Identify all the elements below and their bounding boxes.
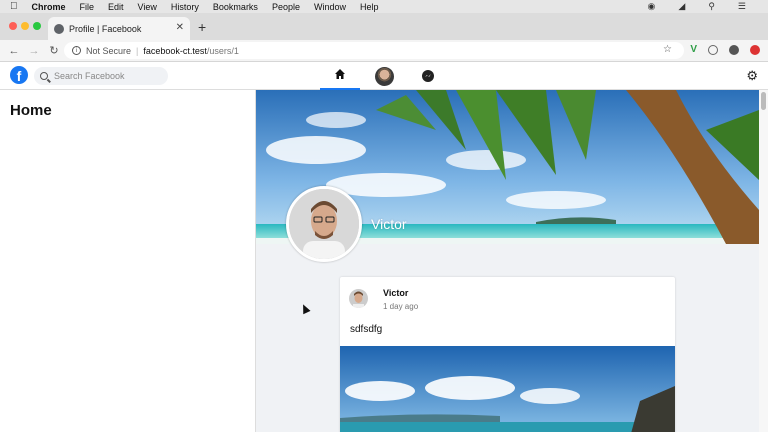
home-icon <box>334 68 346 83</box>
menu-people[interactable]: People <box>272 2 300 12</box>
menu-file[interactable]: File <box>80 2 95 12</box>
post-card: Victor 1 day ago sdfsdfg <box>340 277 675 432</box>
scrollbar[interactable] <box>759 90 768 432</box>
not-secure-label: Not Secure <box>86 45 132 56</box>
spotlight-icon[interactable]: ⚲ <box>708 1 715 12</box>
main-nav <box>320 62 452 90</box>
forward-arrow-icon[interactable]: → <box>28 45 40 57</box>
post-body: sdfsdfg <box>350 324 383 335</box>
avatar <box>374 66 394 86</box>
gear-icon[interactable]: ⚙ <box>746 68 758 84</box>
opera-icon[interactable] <box>750 44 760 55</box>
sidebar-title: Home <box>10 102 52 119</box>
post-author[interactable]: Victor <box>383 288 408 298</box>
extension-icon[interactable] <box>708 44 718 55</box>
post-image[interactable] <box>340 346 675 432</box>
close-window-button[interactable] <box>9 22 17 30</box>
tab-close-icon[interactable]: ✕ <box>176 22 184 33</box>
menu-app-name[interactable]: Chrome <box>32 2 66 12</box>
nav-home[interactable] <box>320 62 360 90</box>
minimize-window-button[interactable] <box>21 22 29 30</box>
menu-window[interactable]: Window <box>314 2 346 12</box>
extension-icons: V <box>690 44 760 55</box>
search-input[interactable]: Search Facebook <box>34 67 168 85</box>
post-avatar[interactable] <box>349 289 368 308</box>
menu-edit[interactable]: Edit <box>108 2 124 12</box>
zoom-window-button[interactable] <box>33 22 41 30</box>
mac-menubar:  Chrome File Edit View History Bookmark… <box>0 0 768 13</box>
status-icons: ◉ ◢ ⚲ ☰ <box>648 0 760 13</box>
tab-title: Profile | Facebook <box>69 23 142 34</box>
profile-name: Victor <box>371 216 407 232</box>
vue-devtools-icon[interactable]: V <box>690 44 697 55</box>
menu-view[interactable]: View <box>138 2 157 12</box>
messenger-icon <box>422 70 434 82</box>
tab-bar: Profile | Facebook ✕ + <box>0 13 768 40</box>
facebook-logo-icon[interactable]: f <box>10 66 28 84</box>
sidebar: Home <box>0 90 256 432</box>
record-icon[interactable]: ◉ <box>648 1 656 12</box>
address-bar[interactable]: i Not Secure | facebook-ct.test/users/1 … <box>64 42 684 59</box>
menu-help[interactable]: Help <box>360 2 379 12</box>
profile-picture[interactable] <box>286 186 362 262</box>
info-icon[interactable]: i <box>72 46 81 55</box>
url-path: /users/1 <box>206 45 239 56</box>
browser-toolbar: ← → ↻ i Not Secure | facebook-ct.test/us… <box>0 40 768 62</box>
wifi-icon[interactable]: ◢ <box>678 1 685 12</box>
reload-icon[interactable]: ↻ <box>48 44 60 57</box>
url-host: facebook-ct.test <box>143 45 207 56</box>
scroll-thumb[interactable] <box>761 92 766 110</box>
profile-icon[interactable] <box>729 44 739 55</box>
star-icon[interactable]: ☆ <box>663 44 672 55</box>
back-arrow-icon[interactable]: ← <box>8 45 20 57</box>
list-icon[interactable]: ☰ <box>738 1 746 12</box>
menu-history[interactable]: History <box>171 2 199 12</box>
search-icon <box>40 72 48 80</box>
facebook-header: f Search Facebook ⚙ <box>0 62 768 90</box>
main-content: Victor Victor 1 day ago sdfsdfg <box>256 90 768 432</box>
nav-messenger[interactable] <box>408 62 448 90</box>
address-separator: | <box>136 45 139 56</box>
apple-icon[interactable]:  <box>10 1 18 12</box>
nav-profile[interactable] <box>364 62 404 90</box>
search-placeholder: Search Facebook <box>54 71 125 81</box>
tab-profile[interactable]: Profile | Facebook ✕ <box>48 17 190 40</box>
menu-bookmarks[interactable]: Bookmarks <box>213 2 258 12</box>
new-tab-button[interactable]: + <box>198 19 206 35</box>
post-timestamp: 1 day ago <box>383 302 419 311</box>
globe-icon <box>54 23 64 34</box>
